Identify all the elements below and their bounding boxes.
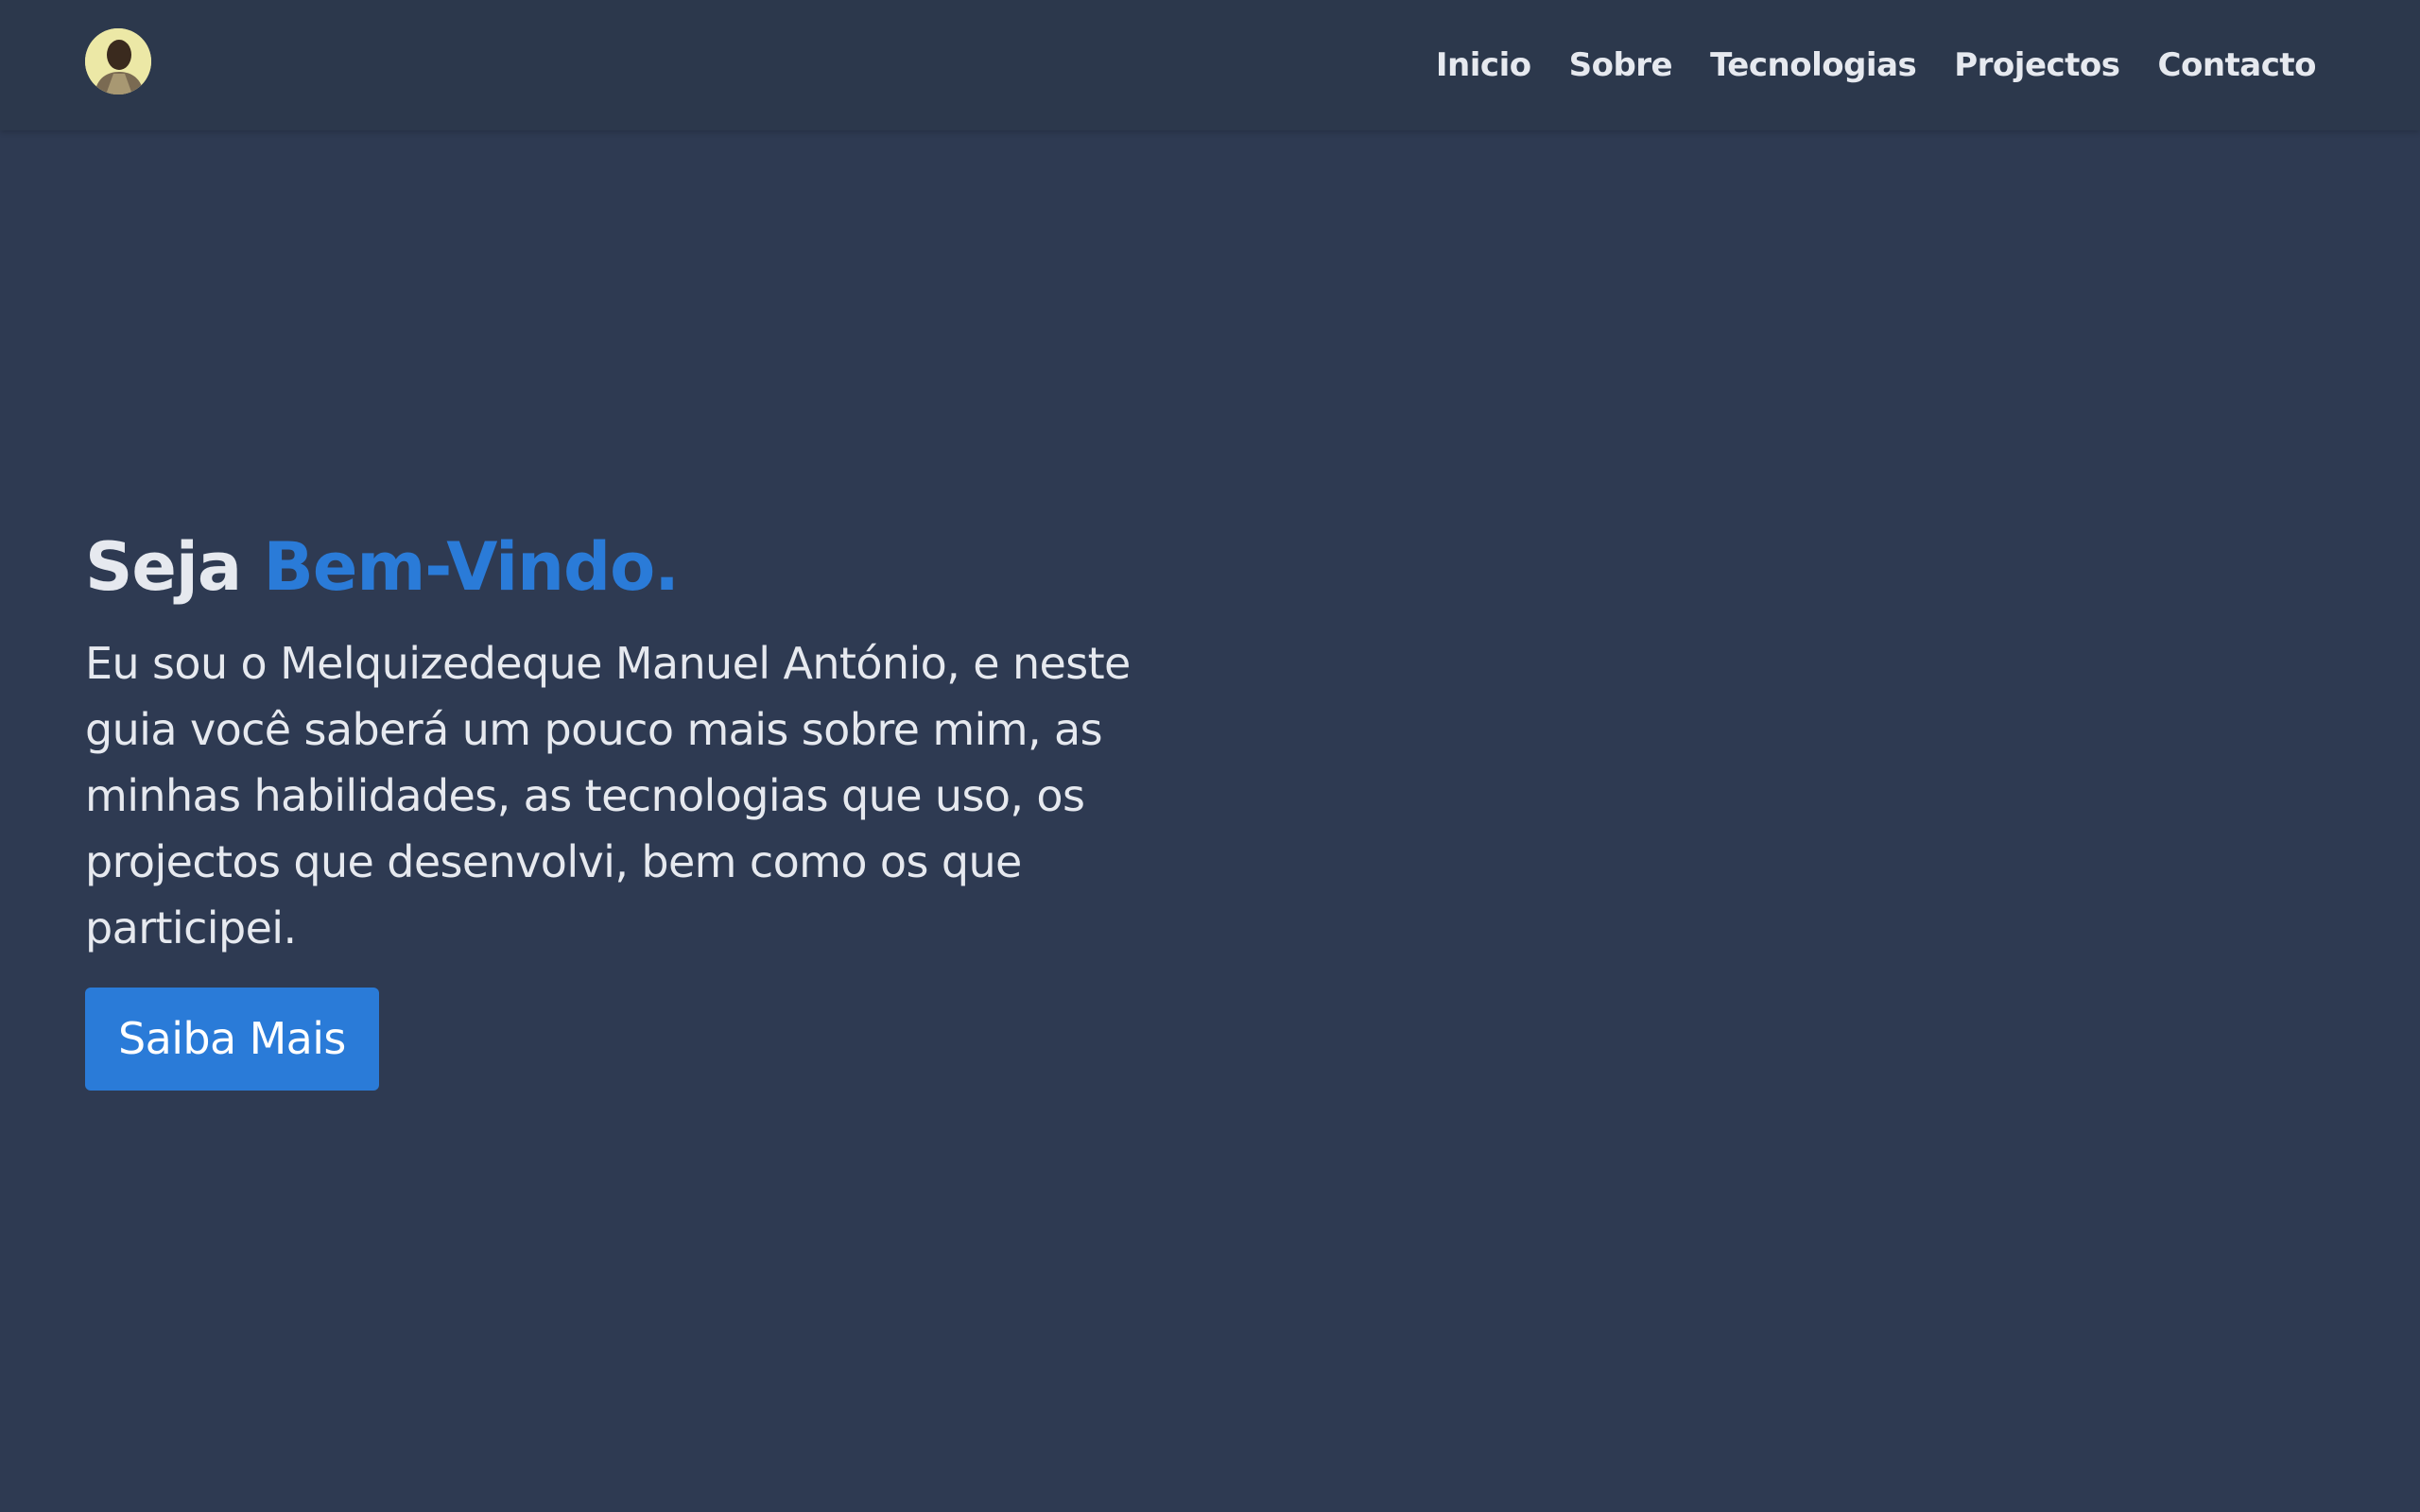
main-navigation: Inicio Sobre Tecnologias Projectos Conta…	[1436, 0, 2317, 130]
hero-title-accent: Bem-Vindo.	[263, 528, 680, 606]
nav-link-projectos[interactable]: Projectos	[1954, 46, 2120, 84]
nav-link-inicio[interactable]: Inicio	[1436, 46, 1531, 84]
hero-title: Seja Bem-Vindo.	[85, 524, 1219, 610]
hero-section: Seja Bem-Vindo. Eu sou o Melquizedeque M…	[85, 524, 1219, 1091]
saiba-mais-button[interactable]: Saiba Mais	[85, 988, 379, 1091]
profile-photo-icon	[85, 28, 151, 94]
avatar[interactable]	[85, 28, 151, 94]
nav-link-sobre[interactable]: Sobre	[1569, 46, 1673, 84]
hero-title-prefix: Seja	[85, 528, 242, 606]
hero-description: Eu sou o Melquizedeque Manuel António, e…	[85, 638, 1131, 954]
nav-link-tecnologias[interactable]: Tecnologias	[1710, 46, 1917, 84]
nav-link-contacto[interactable]: Contacto	[2158, 46, 2317, 84]
navbar: Inicio Sobre Tecnologias Projectos Conta…	[0, 0, 2420, 130]
